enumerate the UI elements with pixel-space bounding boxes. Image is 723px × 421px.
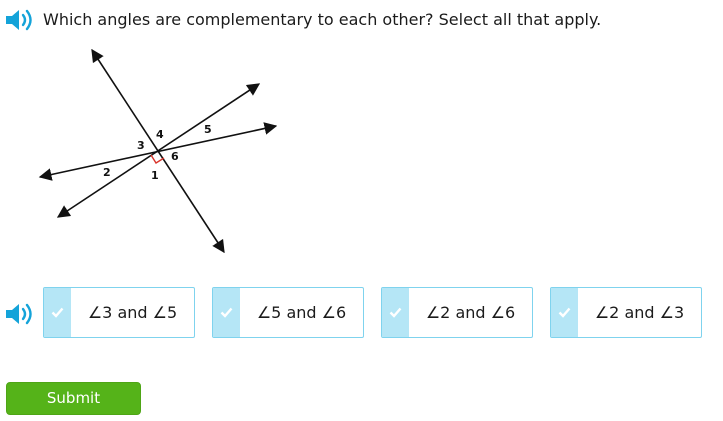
choice-label: ∠2 and ∠6	[425, 303, 516, 322]
choice-option-1[interactable]: ∠3 and ∠5	[43, 287, 195, 338]
angle-label-6: 6	[171, 150, 179, 163]
check-icon	[558, 307, 571, 318]
choice-option-2[interactable]: ∠5 and ∠6	[212, 287, 364, 338]
check-icon	[389, 307, 402, 318]
check-icon	[220, 307, 233, 318]
angle-diagram: 1 2 3 4 5 6	[38, 48, 278, 254]
question-text: Which angles are complementary to each o…	[43, 10, 602, 29]
line-medium	[56, 83, 261, 218]
choice-label: ∠5 and ∠6	[256, 303, 347, 322]
choice-label: ∠3 and ∠5	[87, 303, 178, 322]
checkbox[interactable]	[382, 288, 409, 337]
checkbox[interactable]	[213, 288, 240, 337]
choices-speaker-icon[interactable]	[4, 300, 34, 328]
choice-label: ∠2 and ∠3	[594, 303, 685, 322]
submit-button[interactable]: Submit	[6, 382, 141, 415]
question-speaker-icon[interactable]	[4, 6, 34, 34]
angle-label-1: 1	[151, 169, 159, 182]
checkbox[interactable]	[551, 288, 578, 337]
angle-label-5: 5	[204, 123, 212, 136]
choice-option-3[interactable]: ∠2 and ∠6	[381, 287, 533, 338]
angle-label-2: 2	[103, 166, 111, 179]
choice-option-4[interactable]: ∠2 and ∠3	[550, 287, 702, 338]
angle-label-3: 3	[137, 139, 145, 152]
check-icon	[51, 307, 64, 318]
angle-label-4: 4	[156, 128, 164, 141]
checkbox[interactable]	[44, 288, 71, 337]
